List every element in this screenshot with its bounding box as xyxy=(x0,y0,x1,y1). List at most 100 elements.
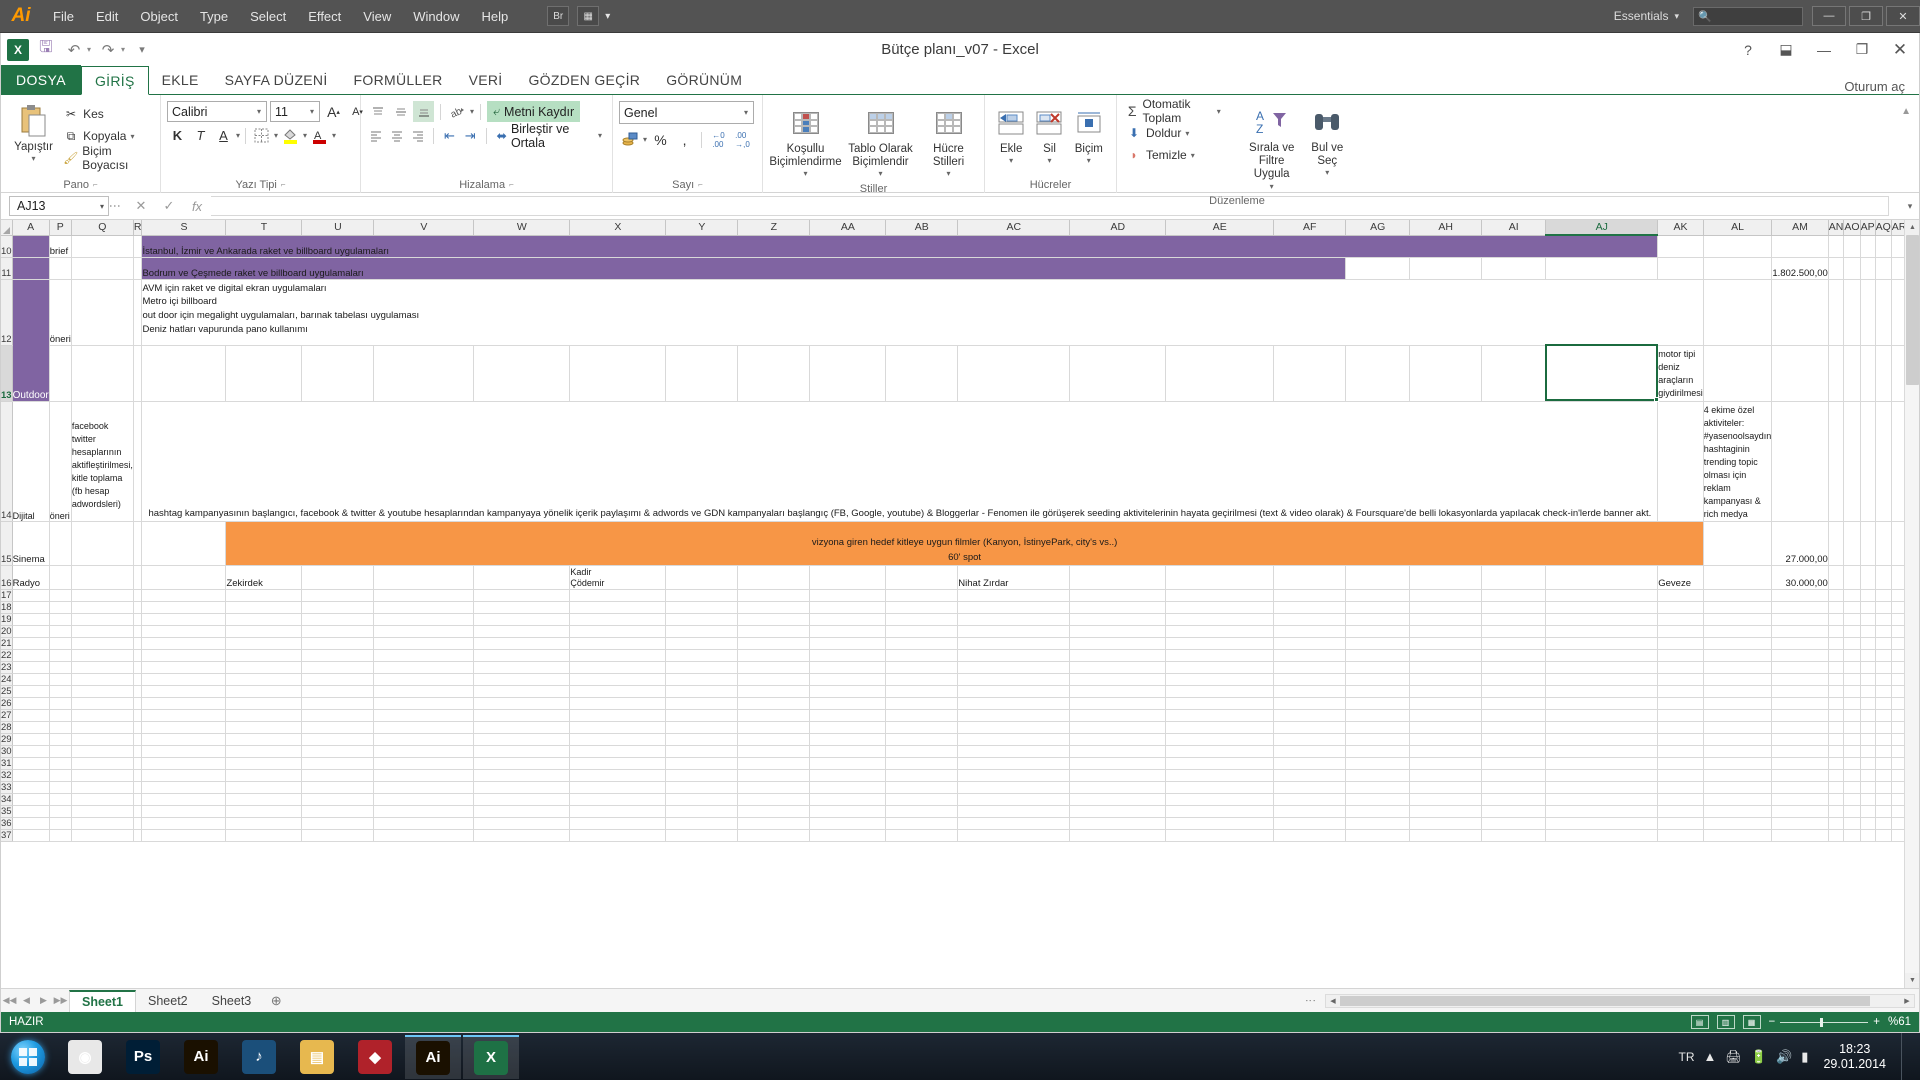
cell[interactable] xyxy=(133,637,143,650)
cell[interactable] xyxy=(1409,625,1483,638)
cell[interactable] xyxy=(1771,781,1829,794)
cell[interactable] xyxy=(885,345,959,402)
column-header-S[interactable]: S xyxy=(141,220,227,236)
cell[interactable] xyxy=(1860,661,1876,674)
cell[interactable] xyxy=(1345,345,1411,402)
row-header-18[interactable]: 18 xyxy=(1,601,13,614)
cell[interactable] xyxy=(225,817,303,830)
cell[interactable] xyxy=(1273,733,1347,746)
cell[interactable] xyxy=(1860,829,1876,842)
cell[interactable] xyxy=(1843,829,1861,842)
cell[interactable] xyxy=(225,733,303,746)
cell-U16[interactable]: Zekirdek xyxy=(225,565,303,590)
cell[interactable] xyxy=(1657,637,1704,650)
insert-cells-button[interactable]: Ekle ▾ xyxy=(991,101,1031,167)
cell[interactable] xyxy=(1828,721,1845,734)
printer-icon[interactable]: 🖨 xyxy=(1725,1049,1742,1065)
cell[interactable] xyxy=(49,649,72,662)
cell[interactable] xyxy=(1345,721,1411,734)
column-header-AN[interactable]: AN xyxy=(1828,220,1845,236)
cell[interactable] xyxy=(71,649,134,662)
cell[interactable] xyxy=(1703,661,1773,674)
cell[interactable] xyxy=(1843,817,1861,830)
cell[interactable] xyxy=(12,793,50,806)
cell[interactable] xyxy=(1273,781,1347,794)
cell[interactable] xyxy=(225,589,303,602)
column-header-U[interactable]: U xyxy=(301,220,375,236)
cell[interactable] xyxy=(1657,733,1704,746)
cell[interactable] xyxy=(301,565,375,590)
cell[interactable] xyxy=(133,235,143,258)
cell[interactable] xyxy=(133,721,143,734)
cell[interactable] xyxy=(1771,401,1829,522)
cell[interactable] xyxy=(1409,637,1483,650)
cell[interactable] xyxy=(473,625,571,638)
cell[interactable] xyxy=(1771,235,1829,258)
cell[interactable] xyxy=(1409,565,1483,590)
start-button[interactable] xyxy=(0,1033,56,1080)
cell[interactable] xyxy=(1843,589,1861,602)
cell[interactable] xyxy=(1481,613,1547,626)
borders-dropdown-icon[interactable]: ▾ xyxy=(274,131,278,140)
copy-dropdown-icon[interactable]: ▾ xyxy=(130,132,134,141)
add-sheet-icon[interactable]: ⊕ xyxy=(263,990,289,1012)
cell[interactable] xyxy=(373,769,475,782)
cell-Y16[interactable]: Kadir Çödemir xyxy=(569,565,667,590)
cell[interactable] xyxy=(1703,709,1773,722)
cell[interactable] xyxy=(71,661,134,674)
cell[interactable] xyxy=(1860,589,1876,602)
cell[interactable] xyxy=(1345,625,1411,638)
cell[interactable] xyxy=(225,637,303,650)
cell[interactable] xyxy=(1843,625,1861,638)
cell[interactable] xyxy=(1828,685,1845,698)
cell[interactable] xyxy=(569,829,667,842)
cell-P14[interactable]: öneri xyxy=(49,401,72,522)
cell[interactable] xyxy=(225,661,303,674)
column-header-AE[interactable]: AE xyxy=(1165,220,1275,236)
cell-A10[interactable] xyxy=(12,235,50,258)
taskbar-app-excel-running[interactable]: X xyxy=(463,1034,519,1079)
cell[interactable] xyxy=(569,733,667,746)
cell[interactable] xyxy=(885,817,959,830)
cell[interactable] xyxy=(1657,757,1704,770)
cell[interactable] xyxy=(1828,673,1845,686)
cell[interactable] xyxy=(1345,589,1411,602)
cell[interactable] xyxy=(1657,709,1704,722)
cell[interactable] xyxy=(1875,521,1892,566)
cell[interactable] xyxy=(1545,601,1659,614)
bold-button[interactable]: K xyxy=(167,125,188,146)
cell[interactable] xyxy=(1828,709,1845,722)
cell-AC16[interactable]: Nihat Zırdar xyxy=(957,565,1071,590)
cell[interactable] xyxy=(1843,793,1861,806)
zoom-slider[interactable]: − + xyxy=(1769,1016,1880,1028)
cell[interactable] xyxy=(473,733,571,746)
cell[interactable] xyxy=(1843,673,1861,686)
cell[interactable] xyxy=(49,661,72,674)
cell[interactable] xyxy=(141,781,227,794)
cell[interactable] xyxy=(1481,709,1547,722)
tab-file[interactable]: DOSYA xyxy=(1,65,81,94)
cell-AK14[interactable]: 4 ekime özel aktiviteler: #yasenoolsaydın h… xyxy=(1703,401,1773,522)
dialog-launcher-number-icon[interactable]: ⌐ xyxy=(698,177,703,193)
cell[interactable] xyxy=(885,565,959,590)
cell-styles-button[interactable]: Hücre Stilleri ▾ xyxy=(920,101,978,181)
cell[interactable] xyxy=(809,673,887,686)
cell[interactable] xyxy=(1345,805,1411,818)
cell[interactable] xyxy=(1409,673,1483,686)
cell[interactable] xyxy=(1771,637,1829,650)
cell-A15[interactable]: Sinema xyxy=(12,521,50,566)
cell[interactable] xyxy=(225,781,303,794)
cell[interactable] xyxy=(141,733,227,746)
ai-menu-effect[interactable]: Effect xyxy=(297,0,352,33)
cell[interactable] xyxy=(1771,829,1829,842)
cell[interactable] xyxy=(1891,625,1904,638)
cell[interactable] xyxy=(1891,757,1904,770)
cell[interactable] xyxy=(1069,685,1167,698)
cell[interactable] xyxy=(1409,709,1483,722)
cell[interactable] xyxy=(1345,733,1411,746)
font-color-button[interactable]: A xyxy=(309,125,330,146)
cell[interactable] xyxy=(1481,745,1547,758)
cell-A12[interactable]: Outdoor xyxy=(12,279,50,402)
cell[interactable] xyxy=(301,817,375,830)
cell[interactable] xyxy=(1409,733,1483,746)
